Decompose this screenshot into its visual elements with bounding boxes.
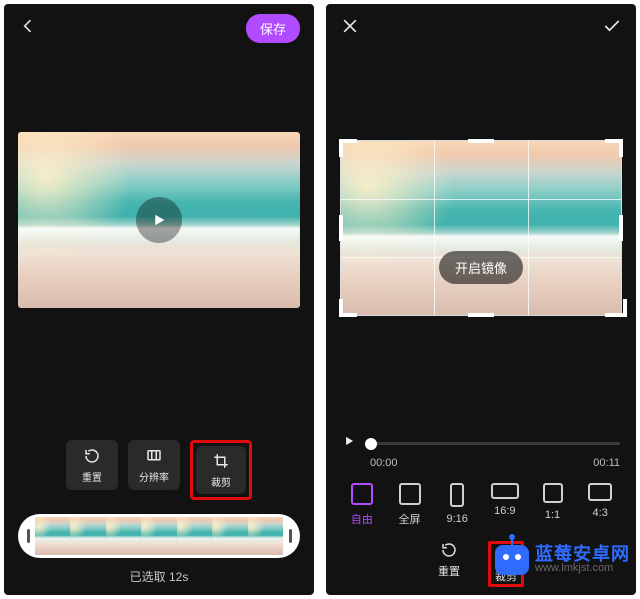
ratio-free-label: 自由 bbox=[351, 511, 373, 527]
editor-screen-left: 保存 重置 分辨率 裁剪 bbox=[4, 4, 314, 595]
selected-duration: 已选取 12s bbox=[4, 568, 314, 595]
ratio-free[interactable]: 自由 bbox=[338, 483, 386, 527]
ratio-4-3-icon bbox=[588, 483, 612, 501]
play-icon[interactable] bbox=[342, 434, 356, 453]
crop-area[interactable]: 开启镜像 bbox=[340, 140, 622, 316]
watermark-url: www.lmkjst.com bbox=[535, 563, 630, 575]
ratio-9-16[interactable]: 9:16 bbox=[433, 483, 481, 527]
ratio-9-16-label: 9:16 bbox=[446, 513, 467, 525]
reset-label: 重置 bbox=[438, 563, 460, 579]
crop-handle-bottom[interactable] bbox=[468, 313, 494, 317]
ratio-full[interactable]: 全屏 bbox=[386, 483, 434, 527]
timeline-handle-right[interactable] bbox=[283, 517, 297, 555]
timeline-handle-left[interactable] bbox=[21, 517, 35, 555]
ratio-9-16-icon bbox=[450, 483, 464, 507]
time-start: 00:00 bbox=[370, 457, 398, 469]
tool-row: 重置 分辨率 裁剪 bbox=[4, 440, 314, 514]
ratio-full-icon bbox=[399, 483, 421, 505]
ratio-1-1[interactable]: 1:1 bbox=[529, 483, 577, 527]
crop-handle-right[interactable] bbox=[619, 215, 623, 241]
timeline[interactable] bbox=[18, 514, 300, 558]
reset-button[interactable]: 重置 bbox=[66, 440, 118, 490]
scrub-thumb[interactable] bbox=[365, 438, 377, 450]
back-icon[interactable] bbox=[18, 16, 38, 41]
timeline-frames[interactable] bbox=[35, 517, 283, 555]
crop-handle-left[interactable] bbox=[339, 215, 343, 241]
crop-handle-top[interactable] bbox=[468, 139, 494, 143]
top-bar: 保存 bbox=[4, 4, 314, 52]
time-row: 00:00 00:11 bbox=[326, 453, 636, 469]
ratio-1-1-icon bbox=[543, 483, 563, 503]
watermark-title: 蓝莓安卓网 bbox=[535, 545, 630, 564]
ratio-full-label: 全屏 bbox=[399, 511, 421, 527]
ratio-16-9-icon bbox=[491, 483, 519, 499]
video-preview-wrap bbox=[4, 52, 314, 308]
scrub-track[interactable] bbox=[366, 442, 620, 445]
reset-label: 重置 bbox=[82, 469, 102, 484]
ratio-free-icon bbox=[351, 483, 373, 505]
mirror-toggle[interactable]: 开启镜像 bbox=[439, 251, 523, 284]
confirm-icon[interactable] bbox=[602, 16, 622, 41]
resolution-label: 分辨率 bbox=[139, 469, 169, 484]
time-end: 00:11 bbox=[593, 457, 620, 469]
close-icon[interactable] bbox=[340, 16, 360, 41]
crop-image bbox=[341, 141, 621, 315]
resolution-button[interactable]: 分辨率 bbox=[128, 440, 180, 490]
ratio-16-9[interactable]: 16:9 bbox=[481, 483, 529, 527]
reset-button[interactable]: 重置 bbox=[438, 541, 460, 579]
crop-button-highlight: 裁剪 bbox=[190, 440, 252, 500]
top-bar bbox=[326, 4, 636, 52]
video-preview[interactable] bbox=[18, 132, 300, 308]
crop-label: 裁剪 bbox=[211, 474, 231, 489]
ratio-16-9-label: 16:9 bbox=[494, 505, 515, 517]
ratio-4-3[interactable]: 4:3 bbox=[576, 483, 624, 527]
watermark-logo bbox=[495, 545, 529, 575]
watermark: 蓝莓安卓网 www.lmkjst.com bbox=[495, 545, 630, 575]
ratio-4-3-label: 4:3 bbox=[593, 507, 608, 519]
scrub-row bbox=[326, 434, 636, 453]
play-button[interactable] bbox=[136, 197, 182, 243]
aspect-ratio-row: 自由 全屏 9:16 16:9 1:1 4:3 bbox=[326, 469, 636, 533]
crop-screen-right: 开启镜像 00:00 00:11 自由 全屏 9:16 16:9 bbox=[326, 4, 636, 595]
crop-button[interactable]: 裁剪 bbox=[196, 446, 246, 494]
save-button[interactable]: 保存 bbox=[246, 14, 300, 43]
ratio-1-1-label: 1:1 bbox=[545, 509, 560, 521]
